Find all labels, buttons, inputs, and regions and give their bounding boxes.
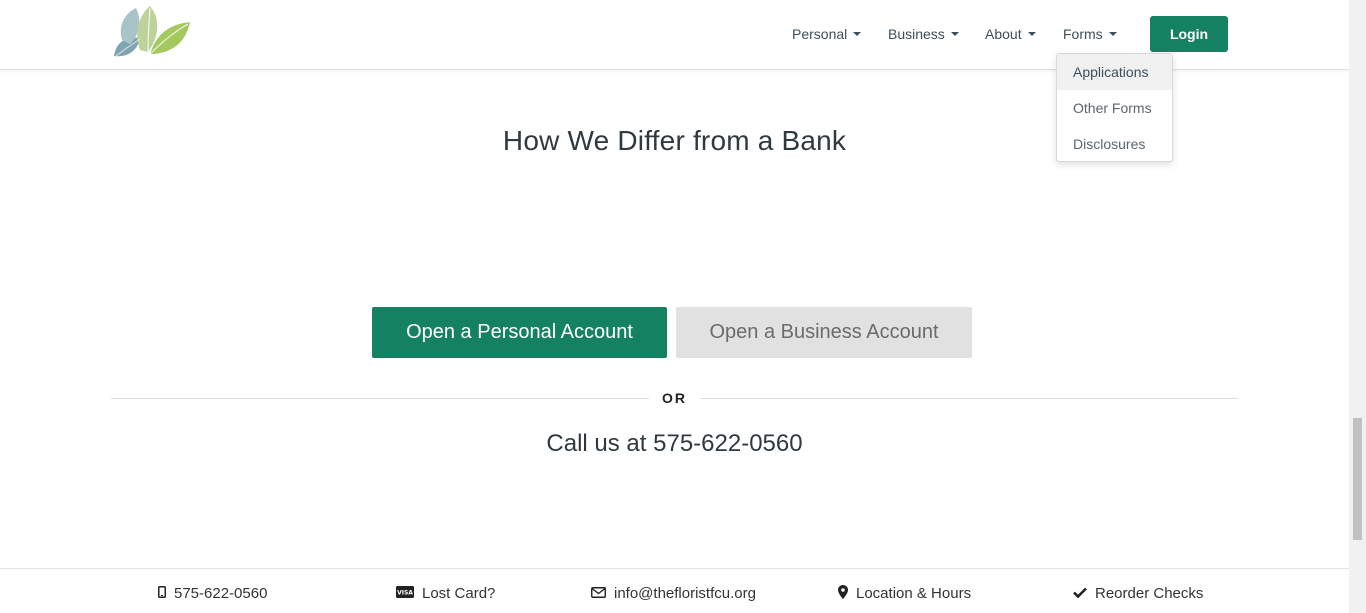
scrollbar-thumb[interactable]	[1353, 418, 1362, 540]
open-personal-account-button[interactable]: Open a Personal Account	[372, 307, 667, 358]
footer-email-text: info@thefloristfcu.org	[614, 585, 756, 602]
dropdown-item-disclosures[interactable]: Disclosures	[1057, 126, 1172, 162]
dropdown-item-applications[interactable]: Applications	[1057, 54, 1172, 90]
envelope-icon	[591, 586, 606, 598]
footer-reorder-text: Reorder Checks	[1095, 585, 1204, 602]
forms-dropdown-menu: Applications Other Forms Disclosures	[1056, 53, 1173, 162]
nav-business[interactable]: Business	[888, 24, 959, 44]
vertical-scrollbar[interactable]	[1349, 0, 1366, 613]
svg-text:VISA: VISA	[397, 590, 413, 597]
nav-about-label: About	[985, 26, 1022, 42]
nav-about[interactable]: About	[985, 24, 1036, 44]
nav-personal[interactable]: Personal	[792, 24, 862, 44]
call-us-text: Call us at 575-622-0560	[546, 430, 803, 457]
login-button[interactable]: Login	[1150, 16, 1228, 52]
visa-card-icon: VISA	[396, 586, 414, 599]
nav-business-label: Business	[888, 26, 945, 42]
caret-down-icon	[853, 32, 862, 37]
nav-forms-label: Forms	[1063, 26, 1103, 42]
nav-personal-label: Personal	[792, 26, 848, 42]
footer-location-link[interactable]: Location & Hours	[838, 585, 971, 603]
nav-forms[interactable]: Forms	[1063, 24, 1117, 44]
caret-down-icon	[1108, 32, 1117, 37]
footer-reorder-link[interactable]: Reorder Checks	[1073, 585, 1203, 603]
leaf-logo[interactable]	[110, 4, 192, 60]
footer-email-link[interactable]: info@thefloristfcu.org	[591, 585, 756, 603]
mobile-phone-icon	[158, 586, 166, 599]
caret-down-icon	[950, 32, 959, 37]
map-marker-icon	[838, 585, 848, 600]
footer-bar: 575-622-0560 VISA Lost Card? info@theflor…	[0, 568, 1349, 613]
dropdown-item-other-forms[interactable]: Other Forms	[1057, 90, 1172, 126]
or-separator: OR	[662, 390, 687, 406]
open-business-account-button[interactable]: Open a Business Account	[676, 307, 972, 358]
footer-lost-card-link[interactable]: VISA Lost Card?	[396, 585, 495, 603]
footer-phone-text: 575-622-0560	[174, 585, 268, 602]
caret-down-icon	[1027, 32, 1036, 37]
page: Personal Business About Forms Login Appl…	[0, 0, 1349, 613]
footer-lost-card-text: Lost Card?	[422, 585, 496, 602]
footer-location-text: Location & Hours	[856, 585, 972, 602]
checkmark-icon	[1073, 587, 1087, 598]
footer-phone-link[interactable]: 575-622-0560	[158, 585, 267, 603]
